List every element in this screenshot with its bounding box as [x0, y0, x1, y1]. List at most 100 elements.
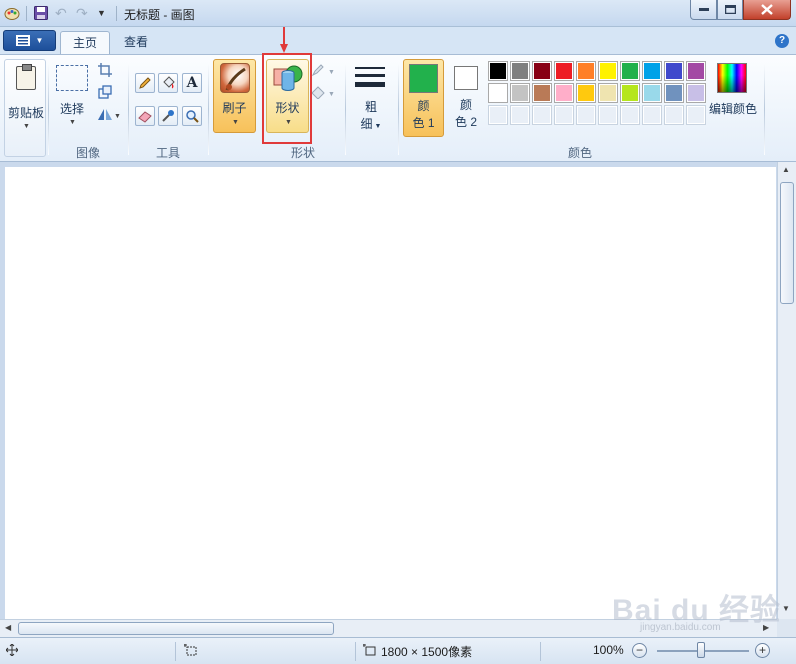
annotation-arrow-icon — [280, 27, 288, 53]
color2-label-line2: 色 2 — [454, 115, 477, 129]
color2-swatch — [454, 66, 478, 90]
clipboard-label: 剪贴板 — [7, 106, 44, 120]
tools-group-label: 工具 — [155, 146, 180, 160]
palette-swatch[interactable] — [532, 61, 552, 81]
horizontal-scroll-thumb[interactable] — [18, 622, 334, 635]
undo-icon[interactable]: ↶ — [55, 5, 71, 21]
pencil-tool-button[interactable] — [135, 73, 155, 93]
shapes-group-label: 形状 — [290, 146, 315, 160]
custom-color-slot[interactable] — [664, 105, 684, 125]
palette-swatch[interactable] — [642, 61, 662, 81]
color-spectrum-icon — [717, 63, 747, 93]
tab-view[interactable]: 查看 — [112, 31, 160, 55]
palette-swatch[interactable] — [554, 83, 574, 103]
scroll-left-icon[interactable]: ◀ — [5, 623, 11, 632]
magnifier-tool-button[interactable] — [182, 106, 202, 126]
help-icon[interactable]: ? — [775, 34, 789, 48]
status-bar: 1800 × 1500像素 100% − + — [0, 637, 796, 664]
edit-colors-button[interactable]: 编辑颜色 — [708, 61, 758, 131]
chevron-down-icon: ▼ — [69, 119, 76, 126]
shapes-icon — [273, 63, 303, 93]
custom-color-slot[interactable] — [510, 105, 530, 125]
svg-text:▼: ▼ — [328, 69, 335, 76]
qat-separator — [26, 6, 27, 21]
minimize-button[interactable] — [690, 0, 717, 20]
select-label: 选择 — [59, 102, 84, 116]
color1-button[interactable]: 颜 色 1 — [403, 59, 444, 137]
color2-button[interactable]: 颜 色 2 — [446, 59, 486, 137]
rotate-icon[interactable]: ▼ — [96, 107, 121, 123]
palette-swatch[interactable] — [620, 83, 640, 103]
redo-icon[interactable]: ↷ — [76, 5, 92, 21]
status-separator — [540, 642, 541, 661]
custom-color-slot[interactable] — [576, 105, 596, 125]
chevron-down-icon: ▼ — [232, 119, 239, 126]
crop-icon[interactable] — [96, 63, 114, 79]
brushes-button[interactable]: 刷子 ▼ — [213, 59, 256, 133]
color-picker-tool-button[interactable] — [158, 106, 178, 126]
cursor-position-icon — [5, 643, 19, 659]
palette-swatch[interactable] — [598, 83, 618, 103]
size-label-line2: 细 — [360, 117, 373, 131]
custom-color-slot[interactable] — [642, 105, 662, 125]
scroll-down-icon[interactable]: ▼ — [782, 604, 790, 613]
zoom-level: 100% — [593, 643, 624, 657]
palette-swatch[interactable] — [488, 61, 508, 81]
palette-swatch[interactable] — [686, 61, 706, 81]
clipboard-icon — [16, 64, 36, 90]
palette-swatch[interactable] — [488, 83, 508, 103]
zoom-slider-thumb[interactable] — [697, 642, 705, 658]
vertical-scroll-thumb[interactable] — [780, 182, 794, 304]
color1-label-line2: 色 1 — [412, 116, 435, 130]
outline-icon[interactable]: ▼ — [311, 63, 337, 79]
eraser-tool-button[interactable] — [135, 106, 155, 126]
palette-swatch[interactable] — [664, 83, 684, 103]
qat-customize-dropdown-icon[interactable]: ▼ — [97, 8, 113, 24]
selection-rectangle-icon — [56, 65, 88, 91]
svg-text:▼: ▼ — [328, 91, 335, 98]
palette-swatch[interactable] — [576, 83, 596, 103]
palette-swatch[interactable] — [620, 61, 640, 81]
vertical-scrollbar[interactable]: ▲ ▼ — [777, 162, 796, 619]
palette-swatch[interactable] — [642, 83, 662, 103]
group-separator — [398, 63, 399, 155]
maximize-button[interactable] — [717, 0, 743, 20]
palette-swatch[interactable] — [598, 61, 618, 81]
custom-color-slot[interactable] — [532, 105, 552, 125]
clipboard-button[interactable]: 剪贴板 ▼ — [4, 59, 46, 157]
resize-icon[interactable] — [96, 85, 114, 101]
custom-color-slot[interactable] — [488, 105, 508, 125]
zoom-in-button[interactable]: + — [755, 643, 770, 658]
palette-swatch[interactable] — [510, 83, 530, 103]
fill-style-icon[interactable]: ▼ — [311, 85, 337, 101]
palette-swatch[interactable] — [510, 61, 530, 81]
palette-swatch[interactable] — [576, 61, 596, 81]
chevron-down-icon: ▼ — [35, 36, 44, 45]
drawing-canvas[interactable] — [5, 167, 776, 622]
zoom-out-button[interactable]: − — [632, 643, 647, 658]
tab-home[interactable]: 主页 — [60, 31, 111, 55]
select-button[interactable]: 选择 ▼ — [52, 61, 92, 131]
custom-color-slot[interactable] — [554, 105, 574, 125]
custom-color-slot[interactable] — [598, 105, 618, 125]
fill-tool-button[interactable] — [158, 73, 178, 93]
custom-color-slot[interactable] — [686, 105, 706, 125]
custom-color-slot[interactable] — [620, 105, 640, 125]
line-width-icon — [354, 65, 386, 91]
shapes-button[interactable]: 形状 ▼ — [266, 59, 309, 133]
paint-menu-button[interactable]: ▼ — [3, 30, 56, 51]
close-button[interactable] — [743, 0, 791, 20]
text-tool-button[interactable]: A — [182, 73, 202, 93]
palette-swatch[interactable] — [554, 61, 574, 81]
palette-swatch[interactable] — [664, 61, 684, 81]
save-icon[interactable] — [33, 5, 49, 21]
chevron-down-icon: ▼ — [372, 123, 382, 130]
palette-swatch[interactable] — [686, 83, 706, 103]
palette-swatch[interactable] — [532, 83, 552, 103]
paint-app-icon[interactable] — [4, 5, 20, 21]
title-separator — [116, 6, 117, 21]
svg-text:▼: ▼ — [114, 113, 120, 120]
scroll-up-icon[interactable]: ▲ — [782, 165, 790, 174]
size-button[interactable]: 粗 细 ▼ — [350, 61, 392, 133]
edit-colors-label: 编辑颜色 — [708, 102, 757, 116]
